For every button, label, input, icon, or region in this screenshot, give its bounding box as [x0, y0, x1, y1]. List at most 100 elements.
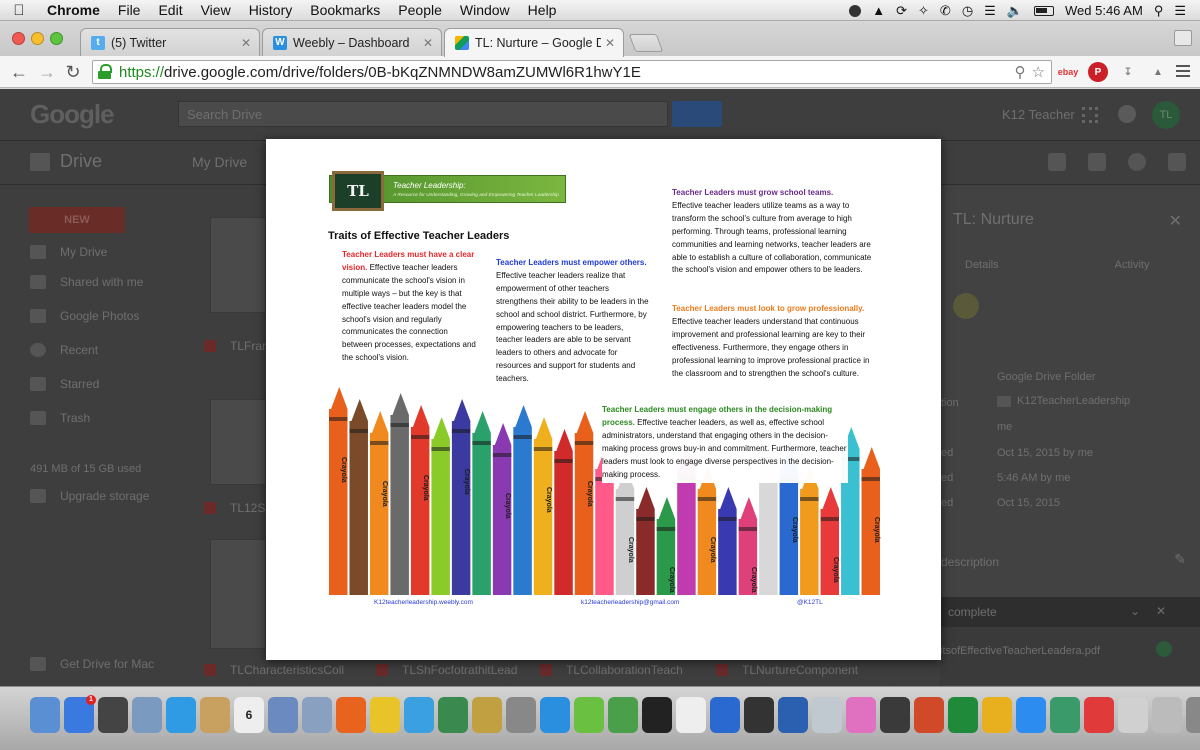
scanner-icon[interactable] [1118, 697, 1148, 733]
notification-icon[interactable] [849, 4, 862, 17]
bluetooth-icon[interactable]: ✧ [918, 3, 929, 19]
menu-history[interactable]: History [240, 2, 302, 18]
earth-icon[interactable] [1050, 697, 1080, 733]
reload-icon[interactable]: ↻ [62, 61, 84, 83]
imovie-icon[interactable] [472, 697, 502, 733]
sync-icon[interactable]: ⟳ [896, 3, 907, 19]
breadcrumb[interactable]: My Drive [192, 154, 247, 170]
close-tab-icon[interactable]: ✕ [423, 36, 433, 50]
file-item[interactable]: TLFram [204, 339, 272, 353]
chrome-menu-icon[interactable] [1176, 65, 1190, 77]
tab-google-drive[interactable]: TL: Nurture – Google Drive ✕ [444, 28, 624, 57]
puzzle-icon[interactable] [642, 697, 672, 733]
pink-app-icon[interactable] [846, 697, 876, 733]
file-thumbnail[interactable] [210, 539, 266, 649]
footer-twitter[interactable]: @K12TL [797, 599, 823, 606]
drive-extension-icon[interactable]: ▲ [1148, 62, 1168, 82]
tablet-icon[interactable] [1152, 697, 1182, 733]
sidebar-item-recent[interactable]: Recent [30, 343, 98, 357]
sidebar-item-my-drive[interactable]: My Drive [30, 245, 107, 259]
upgrade-storage-link[interactable]: Upgrade storage [30, 489, 149, 503]
menu-people[interactable]: People [389, 2, 451, 18]
ebay-icon[interactable]: ebay [1058, 62, 1079, 82]
system-preferences-icon[interactable] [506, 697, 536, 733]
pinterest-icon[interactable]: P [1088, 62, 1108, 82]
back-arrow-icon[interactable]: ← [8, 61, 30, 83]
detail-location[interactable]: K12TeacherLeadership [997, 395, 1130, 407]
word-icon[interactable] [778, 697, 808, 733]
menu-view[interactable]: View [192, 2, 240, 18]
bookmark-star-icon[interactable]: ☆ [1032, 63, 1045, 81]
trash-icon[interactable] [1186, 697, 1200, 733]
close-icon[interactable]: ✕ [1169, 211, 1182, 231]
edit-pencil-icon[interactable]: ✎ [1174, 551, 1186, 568]
file-thumbnail[interactable] [210, 399, 266, 485]
excel-icon[interactable] [948, 697, 978, 733]
app-store-icon[interactable]: 1 [64, 695, 96, 733]
outlook-icon[interactable] [982, 697, 1012, 733]
drive-search-input[interactable]: Search Drive [178, 101, 668, 127]
add-description[interactable]: description [941, 555, 999, 569]
notification-center-icon[interactable]: ☰ [1174, 3, 1186, 19]
download-icon[interactable]: ↧ [1118, 62, 1138, 82]
uploaded-file-name[interactable]: itsofEffectiveTeacherLeadera.pdf [940, 645, 1100, 657]
file-thumbnail[interactable] [210, 217, 266, 313]
firefox-icon[interactable] [336, 697, 366, 733]
crossword-icon[interactable] [676, 697, 706, 733]
menu-help[interactable]: Help [519, 2, 566, 18]
zoom-icon[interactable]: ⚲ [1015, 63, 1026, 81]
apple-icon[interactable]:  [0, 2, 38, 19]
collapse-icon[interactable]: ⌄ [1130, 604, 1140, 618]
camera-icon[interactable] [880, 697, 910, 733]
tab-activity[interactable]: Activity [1115, 259, 1150, 271]
new-button[interactable]: NEW [29, 207, 125, 233]
apps-grid-icon[interactable] [1082, 107, 1098, 123]
file-item[interactable]: TLCollaborationTeach [540, 663, 683, 677]
address-bar[interactable]: https:// drive.google.com/drive/folders/… [92, 60, 1052, 84]
sidebar-item-photos[interactable]: Google Photos [30, 309, 139, 323]
calendar-icon[interactable]: 6 [234, 697, 264, 733]
mindmap-icon[interactable] [574, 697, 604, 733]
link-icon[interactable] [953, 293, 979, 319]
finder-icon[interactable] [30, 697, 60, 733]
menu-window[interactable]: Window [451, 2, 519, 18]
volume-icon[interactable]: 🔈 [1007, 3, 1023, 19]
tab-weebly[interactable]: W Weebly – Dashboard ✕ [262, 28, 442, 56]
iphoto-icon[interactable] [302, 697, 332, 733]
preview-icon[interactable] [132, 697, 162, 733]
close-tab-icon[interactable]: ✕ [605, 36, 615, 50]
drive-sync-icon[interactable]: ▲ [872, 3, 885, 18]
user-name[interactable]: K12 Teacher [1002, 107, 1075, 122]
contacts-icon[interactable] [200, 697, 230, 733]
tab-details[interactable]: Details [965, 259, 999, 271]
spotlight-icon[interactable]: ⚲ [1154, 3, 1164, 19]
close-icon[interactable]: ✕ [1156, 604, 1166, 618]
menu-bookmarks[interactable]: Bookmarks [301, 2, 389, 18]
maps-icon[interactable] [812, 697, 842, 733]
document-preview[interactable]: TL Teacher Leadership: A Resource for Un… [266, 139, 941, 660]
footer-website[interactable]: K12teacherleadership.weebly.com [374, 599, 473, 606]
numbers-icon[interactable] [608, 697, 638, 733]
itunes-icon[interactable] [404, 697, 434, 733]
search-button[interactable] [672, 101, 722, 127]
file-item[interactable]: TLNurtureComponent [716, 663, 858, 677]
new-tab-button[interactable] [628, 34, 664, 52]
profile-button[interactable] [1174, 30, 1192, 46]
close-tab-icon[interactable]: ✕ [241, 36, 251, 50]
dashboard-icon[interactable] [98, 697, 128, 733]
list-view-icon[interactable] [1048, 153, 1066, 171]
battery-icon[interactable] [1034, 5, 1054, 16]
zoom-icon[interactable] [1016, 697, 1046, 733]
lock-icon[interactable] [97, 64, 113, 80]
photos-icon[interactable] [268, 697, 298, 733]
weebly-icon[interactable] [540, 697, 570, 733]
minimize-window-icon[interactable] [31, 32, 44, 45]
forward-arrow-icon[interactable]: → [36, 61, 58, 83]
phone-icon[interactable]: ✆ [940, 3, 951, 19]
keynote-icon[interactable] [710, 697, 740, 733]
google-logo[interactable]: Google [30, 99, 115, 130]
settings-gear-icon[interactable] [1168, 153, 1186, 171]
menu-edit[interactable]: Edit [149, 2, 191, 18]
info-icon[interactable] [1128, 153, 1146, 171]
nx2-icon[interactable] [744, 697, 774, 733]
